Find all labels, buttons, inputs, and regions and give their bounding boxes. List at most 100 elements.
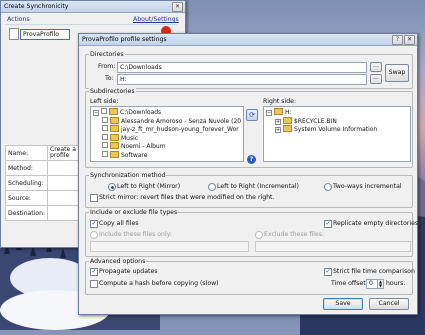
tree-checkbox[interactable] — [102, 150, 108, 157]
folder-icon — [274, 108, 283, 115]
time-offset-spinner[interactable]: ▲ ▼ — [377, 279, 384, 289]
actions-label: Actions — [7, 16, 30, 23]
folder-icon — [110, 142, 119, 149]
profile-info-table: Name: Create a profile Method: Scheduling… — [4, 145, 79, 221]
tree-item[interactable]: + $RECYCLE.BIN — [275, 116, 337, 125]
folder-icon — [110, 116, 119, 124]
folder-icon — [110, 125, 119, 132]
tree-item-label: Software — [121, 151, 148, 159]
tree-item-label: System Volume Information — [294, 126, 378, 133]
copy-all-checkbox[interactable]: ✓ — [90, 220, 98, 228]
propagate-checkbox[interactable]: ✓ — [90, 268, 98, 276]
tree-item[interactable]: − H: — [266, 108, 292, 116]
directories-title: Directories — [89, 51, 125, 58]
profile-settings-dialog: ProvaProfilo profile settings ? ✕ Direct… — [78, 33, 418, 315]
strict-time-label: Strict file time comparison — [333, 268, 415, 275]
dialog-title: ProvaProfilo profile settings — [82, 36, 167, 43]
about-settings-link[interactable]: About/Settings — [133, 16, 179, 23]
folder-icon — [110, 133, 119, 141]
expand-icon[interactable]: − — [266, 110, 272, 116]
hash-checkbox[interactable] — [90, 280, 98, 288]
right-folder-tree[interactable]: − H: + $RECYCLE.BIN + System Volume Informati… — [263, 106, 411, 162]
profile-name-label[interactable]: ProvaProfilo — [20, 29, 70, 40]
copy-all-label: Copy all files — [99, 220, 139, 227]
advanced-title: Advanced options — [89, 258, 147, 265]
exclude-radio[interactable] — [255, 231, 263, 239]
left-folder-tree[interactable]: − C:\Downloads Alessandre Amoroso - Senza … — [90, 106, 244, 162]
strict-time-checkbox[interactable]: ✓ — [324, 268, 332, 276]
strict-mirror-label: Strict mirror: revert files that were mo… — [99, 194, 275, 201]
time-offset-label: Time offset: — [331, 280, 368, 287]
tree-item[interactable]: jay-z_ft_mr_hudson-young_forever_Wor — [102, 125, 239, 133]
tree-item[interactable]: Noemi - Album — [102, 142, 166, 150]
tree-checkbox[interactable] — [101, 108, 107, 114]
help-button[interactable]: ? — [392, 35, 403, 45]
exclude-label: Exclude these files: — [264, 231, 325, 238]
method-label: Method: — [4, 160, 49, 176]
to-label: To: — [105, 75, 114, 82]
scheduling-label: Scheduling: — [4, 175, 49, 191]
swap-button[interactable]: Swap — [385, 64, 409, 82]
tree-checkbox[interactable] — [102, 125, 108, 131]
tree-checkbox[interactable] — [102, 116, 108, 123]
tree-item-label: C:\Downloads — [120, 109, 162, 116]
left-side-label: Left side: — [90, 98, 119, 105]
include-only-field[interactable] — [90, 241, 249, 252]
tree-item[interactable]: Software — [102, 150, 148, 159]
folder-icon — [283, 125, 292, 132]
mirror-radio[interactable] — [108, 183, 116, 191]
tree-item-label: Music — [121, 134, 139, 142]
include-title: Include or exclude file types — [89, 209, 179, 216]
browse-to-button[interactable]: ... — [370, 74, 382, 84]
folder-icon — [283, 116, 292, 124]
cancel-button[interactable]: Cancel — [369, 298, 409, 310]
close-button[interactable]: ✕ — [404, 35, 415, 45]
name-value: Create a profile — [47, 145, 79, 161]
tree-item[interactable]: Alessandre Amoroso - Senza Nuvole (20 — [102, 116, 242, 125]
dialog-titlebar: ProvaProfilo profile settings ? ✕ — [79, 34, 417, 46]
tree-item-label: H: — [285, 109, 292, 116]
tree-item-label: $RECYCLE.BIN — [294, 117, 337, 125]
tree-item[interactable]: + System Volume Information — [275, 125, 377, 133]
tree-checkbox[interactable] — [102, 133, 108, 140]
tree-item[interactable]: − C:\Downloads — [93, 108, 161, 116]
folder-icon — [110, 150, 119, 158]
to-field[interactable]: H: — [117, 74, 367, 85]
browse-from-button[interactable]: ... — [370, 62, 382, 72]
advanced-group — [85, 261, 413, 295]
folder-icon — [109, 108, 118, 115]
include-only-radio[interactable] — [90, 231, 98, 239]
incremental-radio[interactable] — [208, 183, 216, 191]
tree-item[interactable]: Music — [102, 133, 139, 142]
expand-icon[interactable]: − — [93, 110, 99, 116]
right-side-label: Right side: — [263, 98, 297, 105]
exclude-field[interactable] — [255, 241, 411, 252]
two-ways-label: Two-ways incremental — [333, 183, 402, 190]
incremental-label: Left to Right (Incremental) — [217, 183, 299, 190]
tree-item-label: Alessandre Amoroso - Senza Nuvole (20 — [121, 117, 242, 125]
expand-icon[interactable]: + — [275, 118, 281, 125]
main-window-titlebar: Create Synchronicity ✕ — [1, 1, 185, 13]
replicate-empty-checkbox[interactable]: ✓ — [324, 220, 332, 228]
strict-mirror-checkbox[interactable] — [90, 194, 98, 202]
hash-label: Compute a hash before copying (slow) — [99, 280, 219, 287]
tree-item-label: jay-z_ft_mr_hudson-young_forever_Wor — [121, 126, 239, 133]
help-icon[interactable]: ? — [247, 155, 256, 164]
replicate-empty-label: Replicate empty directories — [333, 220, 419, 227]
source-label: Source: — [4, 190, 49, 206]
save-button[interactable]: Save — [323, 298, 363, 310]
close-icon[interactable]: ✕ — [172, 2, 183, 12]
expand-icon[interactable]: + — [275, 127, 281, 133]
document-icon — [9, 28, 19, 40]
hours-label: hours. — [386, 280, 406, 287]
destination-label: Destination: — [4, 205, 49, 221]
mirror-label: Left to Right (Mirror) — [117, 183, 181, 190]
propagate-label: Propagate updates — [99, 268, 158, 275]
name-label: Name: — [4, 145, 49, 161]
tree-checkbox[interactable] — [102, 142, 108, 148]
refresh-icon[interactable]: ⟳ — [246, 109, 258, 121]
tree-item-label: Noemi - Album — [121, 143, 166, 150]
from-field[interactable]: C:\Downloads — [117, 62, 367, 73]
from-label: From: — [98, 63, 116, 70]
two-ways-radio[interactable] — [324, 183, 332, 191]
